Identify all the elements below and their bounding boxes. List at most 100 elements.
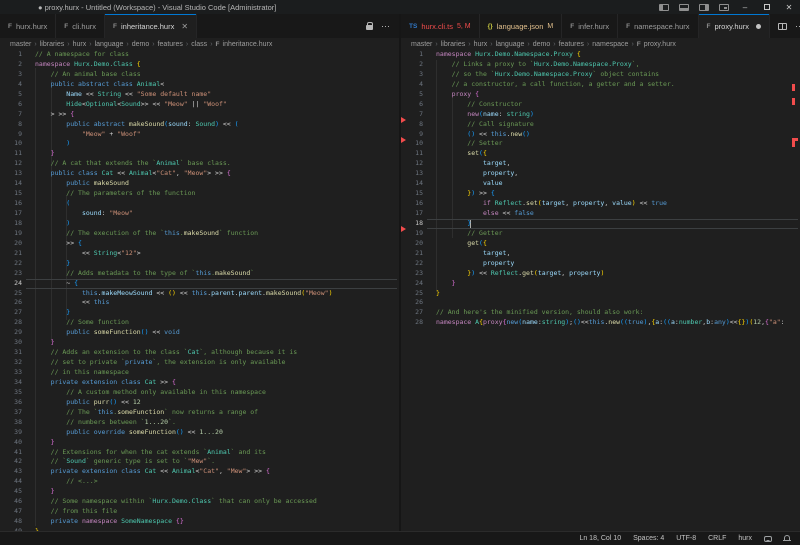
customize-layout-icon[interactable] xyxy=(719,3,729,11)
tab-namespace.hurx[interactable]: Fnamespace.hurx xyxy=(618,14,699,38)
toggle-panel-right-icon[interactable] xyxy=(699,3,709,11)
tab-hurx.cli.ts[interactable]: TS hurx.cli.ts 5, M xyxy=(401,14,480,38)
code-text: // set to private `private`, the extensi… xyxy=(35,358,286,366)
more-actions-icon[interactable]: ⋯ xyxy=(795,21,800,32)
tab-cli.hurx[interactable]: Fcli.hurx xyxy=(56,14,105,38)
code-line: 35 // A custom method only available in … xyxy=(0,388,399,398)
editor-pane-inheritance[interactable]: 1 // A namespace for class 2 namespace Hurx… xyxy=(0,50,399,531)
code-text: public abstract class Animal< xyxy=(35,80,165,88)
code-line: 43 private extension class Cat << Animal… xyxy=(0,467,399,477)
token: () xyxy=(175,427,184,436)
token: get xyxy=(436,238,480,247)
close-icon[interactable]: ✕ xyxy=(181,22,188,31)
status-encoding[interactable]: UTF-8 xyxy=(676,535,696,542)
code-text: ( xyxy=(35,199,70,207)
breadcrumb-file[interactable]: inheritance.hurx xyxy=(223,41,273,48)
token: << xyxy=(121,89,137,98)
lock-icon[interactable] xyxy=(366,22,373,30)
feedback-icon[interactable] xyxy=(764,535,772,542)
breadcrumb-file[interactable]: proxy.hurx xyxy=(644,41,676,48)
breadcrumb-item[interactable]: demo xyxy=(132,41,150,48)
status-cursor-position[interactable]: Ln 18, Col 10 xyxy=(579,535,621,542)
tab-infer.hurx[interactable]: Finfer.hurx xyxy=(562,14,619,38)
code-text: }) >> { xyxy=(436,189,494,197)
code-text: new(name: string) xyxy=(436,110,534,118)
code-line: 20 get({ xyxy=(401,239,800,249)
line-number: 26 xyxy=(415,298,423,307)
token: << xyxy=(183,427,200,436)
tab-proxy.hurx[interactable]: Fproxy.hurx xyxy=(698,14,770,38)
code-line: 21 << String<"12"> xyxy=(0,249,399,259)
line-number: 14 xyxy=(415,179,423,188)
breadcrumb-item[interactable]: features xyxy=(559,41,584,48)
code-line: 33 // in this namespace xyxy=(0,368,399,378)
token: << xyxy=(218,119,235,128)
breadcrumb-item[interactable]: language xyxy=(496,41,525,48)
tab-label: proxy.hurx xyxy=(714,21,749,31)
breadcrumb-item[interactable]: hurx xyxy=(73,41,87,48)
maximize-icon xyxy=(764,4,770,10)
status-eol-sequence[interactable]: CRLF xyxy=(708,535,726,542)
code-line: 49} xyxy=(0,527,399,531)
bell-icon[interactable] xyxy=(783,535,791,541)
split-editor-icon[interactable] xyxy=(777,22,787,30)
status-indentation[interactable]: Spaces: 4 xyxy=(633,535,664,542)
breadcrumb-item[interactable]: master xyxy=(411,41,432,48)
breadcrumb-item[interactable]: libraries xyxy=(441,41,466,48)
token: namespace xyxy=(436,318,476,327)
more-actions-icon[interactable]: ⋯ xyxy=(381,21,391,32)
line-number: 37 xyxy=(14,407,22,416)
token: || xyxy=(187,99,204,108)
token: { xyxy=(226,169,231,178)
line-number: 6 xyxy=(18,99,22,108)
breadcrumb-item[interactable]: libraries xyxy=(40,41,65,48)
breadcrumb-item[interactable]: language xyxy=(95,41,124,48)
code-text: // a constructor, a call function, a get… xyxy=(436,80,675,88)
tab-label: infer.hurx xyxy=(578,21,610,31)
breadcrumb-item[interactable]: features xyxy=(158,41,183,48)
token: target xyxy=(541,199,566,208)
line-number: 40 xyxy=(14,437,22,446)
token: () xyxy=(109,397,118,406)
line-number: 12 xyxy=(415,159,423,168)
editor-pane-proxy[interactable]: 1 namespace Hurx.Demo.Namespace.Proxy {2 … xyxy=(401,50,800,531)
line-number: 19 xyxy=(14,228,22,237)
status-bar: Ln 18, Col 10 Spaces: 4 UTF-8 CRLF hurx xyxy=(0,531,800,545)
code-line: 21 target, xyxy=(401,249,800,259)
code-text: // so the `Hurx.Demo.Namespace.Proxy` ob… xyxy=(436,70,659,78)
token: Animal xyxy=(171,467,196,476)
minimize-button[interactable]: – xyxy=(734,0,756,14)
toggle-panel-left-icon[interactable] xyxy=(659,3,669,11)
token: // An animal base class xyxy=(35,69,141,78)
tab-language.json[interactable]: {} language.json M xyxy=(479,14,563,38)
close-button[interactable]: ✕ xyxy=(778,0,800,14)
breadcrumb-item[interactable]: demo xyxy=(533,41,551,48)
code-text: ~ { xyxy=(35,279,78,287)
maximize-button[interactable] xyxy=(756,0,778,14)
toggle-panel-bottom-icon[interactable] xyxy=(679,3,689,11)
tab-inheritance.hurx[interactable]: Finheritance.hurx ✕ xyxy=(105,14,198,38)
line-number: 26 xyxy=(14,298,22,307)
breadcrumb-item[interactable]: master xyxy=(10,41,31,48)
tab-hurx.hurx[interactable]: Fhurx.hurx xyxy=(0,14,57,38)
token: // so the ` xyxy=(436,69,495,78)
tab-label: namespace.hurx xyxy=(634,21,690,31)
token: 12 xyxy=(132,397,141,406)
token: makeSound xyxy=(265,288,302,297)
code-text: get({ xyxy=(436,239,487,247)
line-number: 16 xyxy=(14,199,22,208)
token: "Meow" xyxy=(164,99,188,108)
breadcrumb-item[interactable]: class xyxy=(191,41,207,48)
line-number: 28 xyxy=(14,318,22,327)
code-line: 11 set({ xyxy=(401,149,800,159)
code-text: namespace A{proxy{new(name:string);()<<t… xyxy=(436,318,785,326)
active-tab-indicator xyxy=(105,14,197,15)
status-language-mode[interactable]: hurx xyxy=(738,535,752,542)
token: } xyxy=(35,338,55,347)
breadcrumb-item[interactable]: hurx xyxy=(474,41,488,48)
token: Animal xyxy=(156,159,180,168)
code-text: proxy { xyxy=(436,90,479,98)
code-text: } xyxy=(35,338,55,346)
code-line: 47 // from this file xyxy=(0,507,399,517)
breadcrumb-item[interactable]: namespace xyxy=(592,41,628,48)
